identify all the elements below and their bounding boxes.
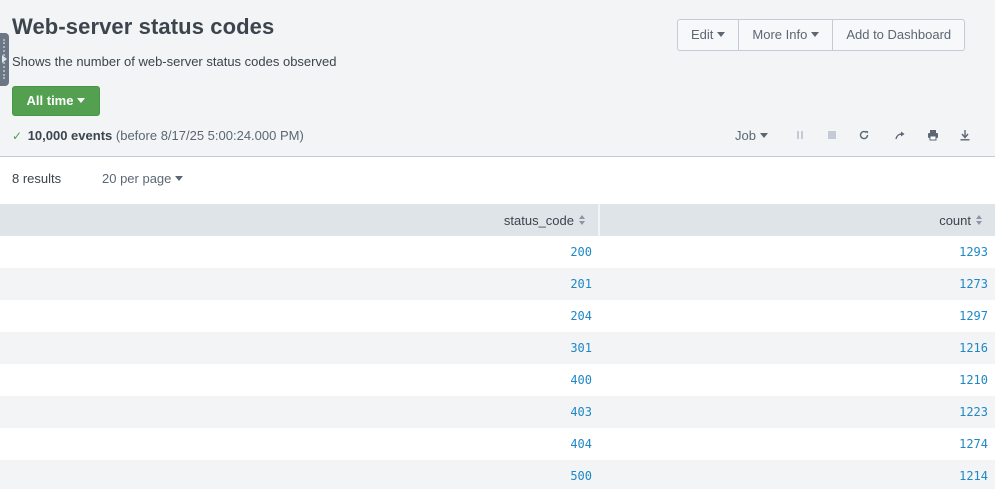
page-description: Shows the number of web-server status co… (12, 54, 337, 69)
sidebar-collapse-handle[interactable] (0, 33, 9, 86)
count-cell[interactable]: 1297 (599, 300, 995, 332)
time-range-picker[interactable]: All time (12, 86, 100, 116)
result-count: 8 results (12, 171, 62, 186)
table-row: 204 1297 (0, 300, 995, 332)
status-code-cell[interactable]: 404 (0, 428, 599, 460)
table-row: 403 1223 (0, 396, 995, 428)
table-row: 400 1210 (0, 364, 995, 396)
per-page-select[interactable]: 20 per page (102, 171, 184, 186)
chevron-down-icon (717, 32, 726, 38)
status-code-cell[interactable]: 500 (0, 460, 599, 489)
more-info-button[interactable]: More Info (739, 20, 834, 50)
count-cell[interactable]: 1274 (599, 428, 995, 460)
results-table: status_code count 200 1293 201 1273 204 … (0, 204, 995, 489)
chevron-down-icon (175, 176, 184, 182)
column-header-status-code[interactable]: status_code (0, 204, 600, 236)
job-menu-label: Job (735, 128, 756, 143)
table-row: 500 1214 (0, 460, 995, 489)
table-header-row: status_code count (0, 204, 995, 236)
sort-icon (976, 215, 983, 226)
event-count: 10,000 events (27, 128, 113, 143)
export-icon[interactable] (957, 127, 973, 143)
more-info-button-label: More Info (752, 27, 808, 42)
sort-icon (579, 215, 586, 226)
count-cell[interactable]: 1273 (599, 268, 995, 300)
table-row: 201 1273 (0, 268, 995, 300)
check-icon: ✓ (12, 129, 23, 143)
pause-icon[interactable] (792, 127, 808, 143)
status-code-cell[interactable]: 403 (0, 396, 599, 428)
chevron-down-icon (77, 98, 86, 104)
search-status: ✓ 10,000 events (before 8/17/25 5:00:24.… (12, 128, 304, 143)
count-cell[interactable]: 1210 (599, 364, 995, 396)
stop-icon[interactable] (824, 127, 840, 143)
status-code-cell[interactable]: 400 (0, 364, 599, 396)
report-actions: Edit More Info Add to Dashboard (677, 19, 966, 51)
job-menu[interactable]: Job (735, 128, 768, 143)
edit-button[interactable]: Edit (678, 20, 740, 50)
column-header-count[interactable]: count (599, 204, 995, 236)
count-cell[interactable]: 1223 (599, 396, 995, 428)
page-title: Web-server status codes (12, 14, 275, 39)
add-to-dashboard-button[interactable]: Add to Dashboard (833, 20, 964, 50)
count-cell[interactable]: 1214 (599, 460, 995, 489)
status-code-cell[interactable]: 204 (0, 300, 599, 332)
table-row: 301 1216 (0, 332, 995, 364)
search-header: Web-server status codes Shows the number… (0, 0, 995, 157)
edit-button-label: Edit (691, 27, 714, 42)
column-header-label: status_code (503, 212, 574, 228)
status-code-cell[interactable]: 201 (0, 268, 599, 300)
table-row: 200 1293 (0, 236, 995, 268)
count-cell[interactable]: 1216 (599, 332, 995, 364)
count-cell[interactable]: 1293 (599, 236, 995, 268)
status-code-cell[interactable]: 200 (0, 236, 599, 268)
chevron-down-icon (811, 32, 820, 38)
per-page-label: 20 per page (102, 171, 172, 186)
time-range-label: All time (26, 93, 74, 108)
search-time: (before 8/17/25 5:00:24.000 PM) (115, 128, 304, 143)
add-to-dashboard-label: Add to Dashboard (846, 27, 952, 42)
status-code-cell[interactable]: 301 (0, 332, 599, 364)
print-icon[interactable] (925, 127, 941, 143)
column-header-label: count (939, 212, 971, 228)
chevron-down-icon (759, 133, 768, 139)
expand-arrow-icon (2, 55, 7, 63)
reload-icon[interactable] (856, 127, 872, 143)
share-icon[interactable] (892, 127, 908, 143)
table-row: 404 1274 (0, 428, 995, 460)
